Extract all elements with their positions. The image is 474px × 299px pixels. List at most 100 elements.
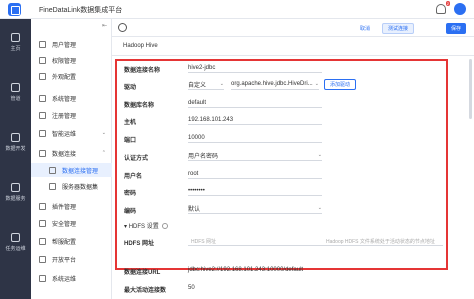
auth-select[interactable]: 用户名密码 ⌄ [188,150,322,161]
connection-name-value: hive2-jdbc [188,65,216,71]
nav-label: 系统管理 [52,96,77,103]
bell-icon[interactable]: 2 [436,1,450,14]
auth-value: 用户名密码 [188,153,219,160]
nav-item-maintenance[interactable]: 系统运维 [31,271,112,285]
rail-item-home[interactable]: 主页 [0,33,31,52]
nav-label: 安全管理 [52,221,77,228]
nav-label: 插件管理 [52,204,77,211]
driver-label: 驱动 [124,85,137,91]
name-label: 数据连接名称 [124,68,161,74]
appearance-icon [39,72,46,80]
logo-icon [8,3,21,16]
rail-label: 主页 [10,46,21,52]
nav-item-user[interactable]: 用户管理 [31,37,112,51]
rail-item-ops[interactable]: 任务运维 [0,233,31,252]
service-icon [11,183,20,192]
url-value[interactable]: jdbc:hive2://192.168.101.243:10000/defau… [188,267,303,273]
driver-class-select[interactable]: org.apache.hive.jdbc.HiveDri... ⌄ [231,79,319,90]
toolbar: 取消 测试连接 保存 [112,19,474,37]
side-nav: ⇤ 用户管理 权限管理 外观配置 系统管理 注册管理 智能运维 ⌄ 数据连接 ⌃ 数… [31,19,112,299]
nav-label: 注册管理 [52,113,77,120]
test-connection-button[interactable]: 测试连接 [382,23,415,34]
avatar[interactable] [454,3,466,15]
nav-item-security[interactable]: 安全管理 [31,216,112,230]
hdfs-label: HDFS 网址 [124,241,155,247]
port-label: 端口 [124,138,137,144]
save-button[interactable]: 保存 [446,23,467,34]
maintenance-icon [39,274,46,282]
help-icon[interactable] [161,223,168,230]
encoding-select[interactable]: 默认 ⌄ [188,203,322,214]
user-label: 用户名 [124,174,143,180]
nav-label: 数据连接管理 [62,168,99,175]
system-icon [39,94,46,102]
chevron-down-icon: ⌄ [317,152,322,158]
connection-manage-icon [49,166,56,174]
user-field[interactable] [188,168,322,179]
nav-item-help-config[interactable]: 帮服配置 [31,234,112,248]
chevron-down-icon: ⌄ [314,81,319,87]
host-value: 192.168.101.243 [188,117,234,123]
notification-badge: 2 [445,1,450,6]
nav-item-ai-ops[interactable]: 智能运维 ⌄ [31,126,112,140]
open-platform-icon [39,255,46,263]
app-title: FineDataLink数据集成平台 [39,7,123,14]
password-label: 密码 [124,191,137,197]
rail-label: 管道 [10,96,21,102]
rail-item-pipeline[interactable]: 管道 [0,83,31,102]
max-connections-value[interactable]: 50 [188,285,195,291]
register-icon [39,111,46,119]
auth-label: 认证方式 [124,156,149,162]
port-value: 10000 [188,135,205,141]
pipeline-icon [11,83,20,92]
home-icon [11,33,20,42]
dev-icon [11,133,20,142]
nav-item-connection-manage[interactable]: 数据连接管理 [31,163,112,177]
connection-type-title: Hadoop Hive [123,43,158,49]
gear-icon[interactable] [118,23,127,32]
nav-item-dataset[interactable]: 服务器数据集 [31,179,112,193]
main-panel: 取消 测试连接 保存 Hadoop Hive 数据连接名称 hive2-jdbc… [112,19,474,299]
nav-item-open-platform[interactable]: 开放平台 [31,252,112,266]
scrollbar[interactable] [469,59,472,119]
nav-label: 服务器数据集 [62,184,99,191]
hdfs-settings-toggle[interactable]: ▾ HDFS 设置 [124,221,168,230]
nav-item-connection[interactable]: 数据连接 ⌃ [31,146,112,160]
nav-label: 用户管理 [52,42,77,49]
nav-label: 权限管理 [52,58,77,65]
url-label: 数据连接URL [124,270,161,276]
nav-label: 数据连接 [52,151,77,158]
permission-icon [39,56,46,64]
user-icon [39,40,46,48]
nav-item-register[interactable]: 注册管理 [31,108,112,122]
nav-item-permission[interactable]: 权限管理 [31,53,112,67]
icon-rail: 主页 管道 数据开发 数据服务 任务运维 [0,19,31,299]
rail-item-service[interactable]: 数据服务 [0,183,31,202]
driver-class-value: org.apache.hive.jdbc.HiveDri... [231,81,313,87]
max-connections-label: 最大活动连接数 [124,288,167,294]
port-field[interactable] [188,132,322,143]
divider [112,55,474,56]
password-field[interactable] [188,185,322,196]
hdfs-hint: Hadoop HDFS 文件系统处于活动状态的节点地址 [326,239,435,245]
hdfs-toggle-label: HDFS 设置 [128,224,159,230]
top-bar: FineDataLink数据集成平台 2 [0,0,474,19]
cancel-button[interactable]: 取消 [355,23,375,34]
nav-label: 帮服配置 [52,239,77,246]
nav-item-system[interactable]: 系统管理 [31,91,112,105]
db-label: 数据库名称 [124,103,155,109]
add-driver-button[interactable]: 添加驱动 [324,79,357,90]
plugin-icon [39,202,46,210]
dataset-icon [49,182,56,190]
ops-icon [11,233,20,242]
driver-mode-select[interactable]: 自定义 ⌄ [188,79,224,90]
nav-item-appearance[interactable]: 外观配置 [31,69,112,83]
chevron-down-icon: ⌄ [317,205,322,211]
password-value: •••••••• [188,188,205,194]
nav-label: 智能运维 [52,131,77,138]
db-field[interactable] [188,97,322,108]
chevron-down-icon: ⌄ [101,130,106,136]
nav-item-plugin[interactable]: 插件管理 [31,199,112,213]
collapse-icon[interactable]: ⇤ [102,22,107,29]
rail-item-dev[interactable]: 数据开发 [0,133,31,152]
